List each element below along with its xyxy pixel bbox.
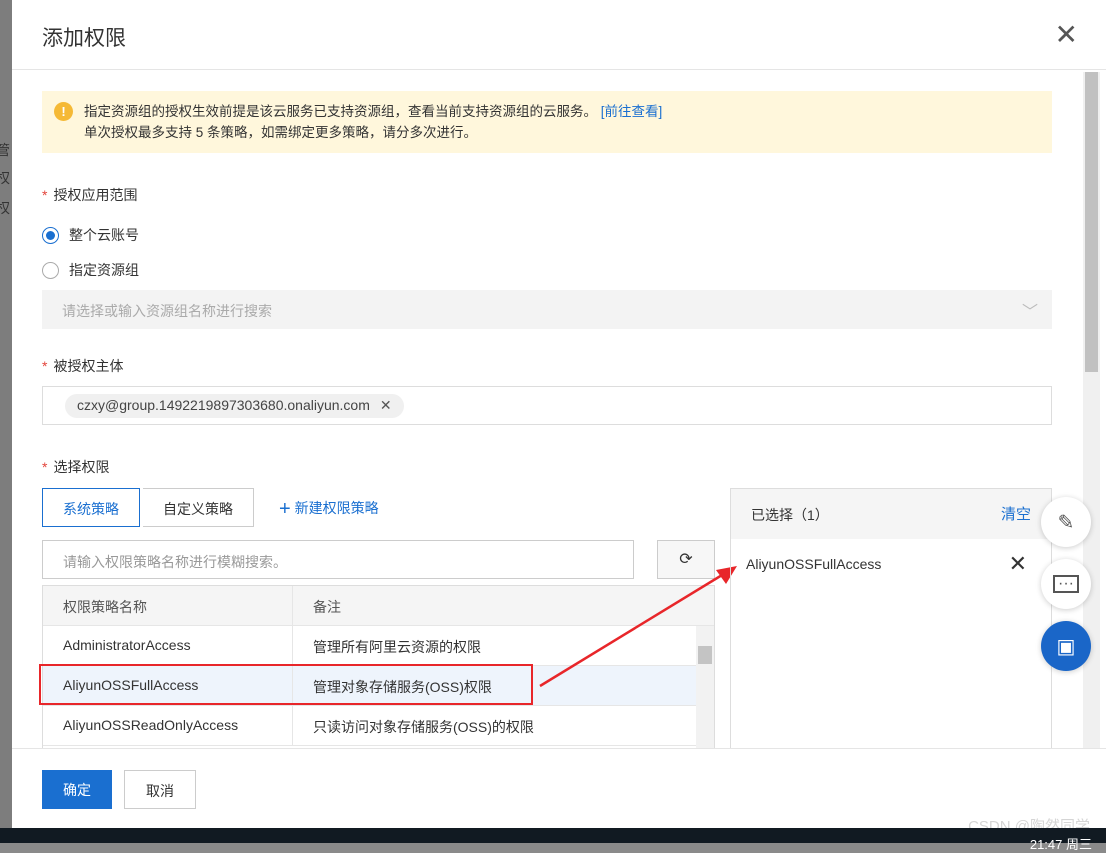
principal-input[interactable]: czxy@group.1492219897303680.onaliyun.com… <box>42 386 1052 425</box>
dialog-header: 添加权限 ✕ <box>12 0 1106 70</box>
apps-icon: ▣ <box>1056 635 1076 658</box>
taskbar: 21:47 周三 <box>0 828 1106 852</box>
info-alert: ! 指定资源组的授权生效前提是该云服务已支持资源组，查看当前支持资源组的云服务。… <box>42 91 1052 153</box>
alert-text: 指定资源组的授权生效前提是该云服务已支持资源组，查看当前支持资源组的云服务。 <box>84 104 597 119</box>
remove-tag-icon[interactable]: ✕ <box>380 397 392 413</box>
table-row[interactable]: AliyunOSSReadOnlyAccess 只读访问对象存储服务(OSS)的权… <box>43 706 714 746</box>
chat-icon: ··· <box>1053 575 1079 593</box>
arrow-annotation <box>539 566 737 688</box>
radio-resource-group[interactable]: 指定资源组 <box>42 260 139 280</box>
principal-tag: czxy@group.1492219897303680.onaliyun.com… <box>65 394 404 418</box>
highlight-box <box>39 664 533 705</box>
bg-text: 权 <box>0 170 10 186</box>
cancel-button[interactable]: 取消 <box>124 770 196 809</box>
principal-label: * 被授权主体 <box>42 358 124 374</box>
bg-text: 权 <box>0 200 10 216</box>
view-link[interactable]: [前往查看] <box>601 104 663 119</box>
bg-text: 管 <box>0 142 10 158</box>
tab-custom-policy[interactable]: 自定义策略 <box>143 488 254 527</box>
feedback-edit-button[interactable]: ✎ <box>1041 497 1091 547</box>
dialog-footer: 确定 取消 <box>12 748 1106 828</box>
selected-title: 已选择（1） <box>751 507 829 523</box>
selected-panel: 已选择（1） 清空 AliyunOSSFullAccess ✕ <box>730 488 1052 750</box>
plus-icon: + <box>279 498 291 520</box>
new-policy-link[interactable]: + 新建权限策略 <box>279 498 379 521</box>
chevron-down-icon: ﹀ <box>1021 304 1038 321</box>
clock: 21:47 周三 <box>1029 837 1092 852</box>
permissions-label: * 选择权限 <box>42 459 110 475</box>
resource-group-select[interactable]: 请选择或输入资源组名称进行搜索 ﹀ <box>42 290 1052 329</box>
background-page: 管 权 权 <box>0 0 12 828</box>
close-icon[interactable]: ✕ <box>1055 18 1078 51</box>
add-permission-dialog: 添加权限 ✕ ! 指定资源组的授权生效前提是该云服务已支持资源组，查看当前支持资… <box>12 0 1106 828</box>
radio-icon <box>42 226 59 244</box>
alert-text: 单次授权最多支持 5 条策略，如需绑定更多策略，请分多次进行。 <box>84 125 478 140</box>
confirm-button[interactable]: 确定 <box>42 770 112 809</box>
apps-button[interactable]: ▣ <box>1041 621 1091 671</box>
scope-label: * 授权应用范围 <box>42 187 138 203</box>
remove-icon[interactable]: ✕ <box>1009 551 1027 577</box>
radio-whole-account[interactable]: 整个云账号 <box>42 225 139 245</box>
radio-icon <box>42 261 59 279</box>
warning-icon: ! <box>54 102 73 121</box>
dialog-title: 添加权限 <box>42 27 126 50</box>
edit-note-icon: ✎ <box>1057 511 1075 534</box>
selected-item: AliyunOSSFullAccess ✕ <box>746 551 1027 577</box>
chat-button[interactable]: ··· <box>1041 559 1091 609</box>
clear-button[interactable]: 清空 <box>1001 503 1031 524</box>
tab-system-policy[interactable]: 系统策略 <box>42 488 140 527</box>
